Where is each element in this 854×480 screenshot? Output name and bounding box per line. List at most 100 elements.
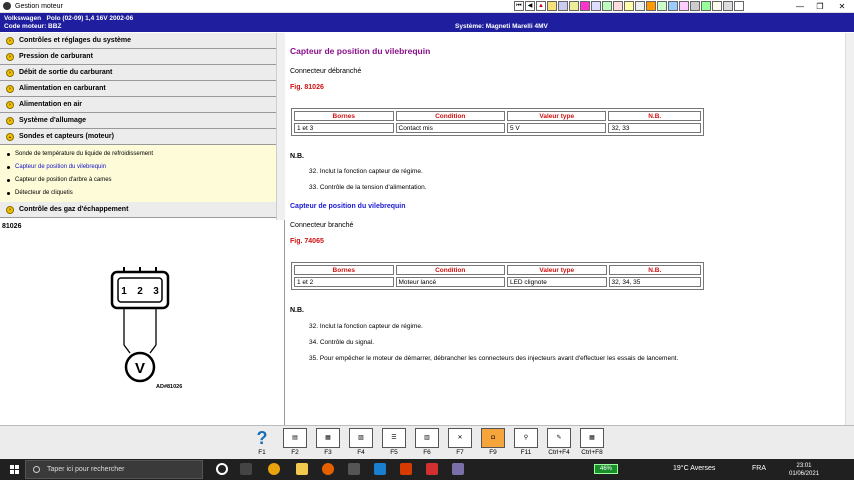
connector-diagram: 1 2 3 V (110, 267, 170, 383)
f2-print-button[interactable]: ▤ F2 (281, 428, 309, 459)
sub-item-temperature[interactable]: Sonde de température du liquide de refro… (7, 148, 276, 161)
firefox-icon[interactable] (322, 463, 334, 475)
chrome-icon[interactable] (268, 463, 280, 475)
section1-title: Capteur de position du vilebrequin (290, 46, 431, 56)
f3-button[interactable]: ▦ F3 (314, 428, 342, 459)
arrow-bullet-icon: › (6, 52, 14, 61)
store-icon[interactable] (348, 463, 360, 475)
restore-icon[interactable]: ❐ (810, 0, 830, 13)
menu-item-controles[interactable]: › Contrôles et réglages du système (0, 33, 276, 49)
window-title: Gestion moteur (15, 2, 63, 10)
tool-icon-strip: ⏮ ◀ ▲ (514, 1, 744, 12)
first-icon[interactable]: ⏮ (514, 1, 524, 11)
gestion-moteur-taskbar-icon[interactable] (452, 463, 464, 475)
cortana-icon[interactable] (216, 463, 228, 475)
cell-valeur: 5 V (506, 123, 607, 133)
ctrl-f4-button[interactable]: ✎ Ctrl+F4 (545, 428, 573, 459)
arrow-bullet-icon: › (6, 205, 14, 214)
tool-icon-13[interactable] (679, 1, 689, 11)
tool-icon-14[interactable] (690, 1, 700, 11)
menu-item-alimentation-carburant[interactable]: › Alimentation en carburant (0, 81, 276, 97)
tool-icon-1[interactable] (547, 1, 557, 11)
menu-scrollbar[interactable] (276, 33, 285, 220)
tool-icon-17[interactable] (723, 1, 733, 11)
f7-tools-button[interactable]: ✕ F7 (446, 428, 474, 459)
tool-icon-16[interactable] (712, 1, 722, 11)
arrow-bullet-icon: › (6, 68, 14, 77)
table-header-row: Bornes Condition Valeur type N.B. (294, 265, 701, 275)
office-icon[interactable] (400, 463, 412, 475)
section1-fig-ref[interactable]: Fig. 81026 (290, 84, 324, 91)
magnifier-icon: ⚲ (514, 428, 538, 448)
tool-icon-8[interactable] (624, 1, 634, 11)
col-header-nb: N.B. (608, 111, 701, 121)
f4-button[interactable]: ▧ F4 (347, 428, 375, 459)
tool-icon-6[interactable] (602, 1, 612, 11)
note-icon: ✎ (547, 428, 571, 448)
taskbar-clock[interactable]: 23:01 01/06/2021 (789, 462, 819, 478)
dot-icon (7, 166, 10, 169)
vehicle-info-bar: Volkswagen Polo (02-09) 1,4 16V 2002-06 … (0, 13, 854, 32)
tool-icon-12[interactable] (668, 1, 678, 11)
tool-icon-5[interactable] (591, 1, 601, 11)
tool-icon-9[interactable] (635, 1, 645, 11)
steam-icon[interactable] (374, 463, 386, 475)
f6-button[interactable]: ▥ F6 (413, 428, 441, 459)
warning-icon[interactable]: ▲ (536, 1, 546, 11)
pin-label-2: 2 (137, 286, 143, 297)
f1-help-button[interactable]: ? F1 (248, 428, 276, 459)
close-icon[interactable]: ✕ (832, 0, 852, 13)
tool-icon-2[interactable] (558, 1, 568, 11)
battery-indicator[interactable]: 46% (594, 464, 618, 474)
tool-icon-11[interactable] (657, 1, 667, 11)
file-explorer-icon[interactable] (296, 463, 308, 475)
probe-wire-left (123, 344, 131, 354)
content-scrollbar[interactable] (845, 33, 854, 425)
tool-icon-4[interactable] (580, 1, 590, 11)
sub-item-cliquetis[interactable]: Détecteur de cliquetis (7, 187, 276, 200)
arrow-bullet-icon: › (6, 84, 14, 93)
tool-icon-10[interactable] (646, 1, 656, 11)
app-icon-red[interactable] (426, 463, 438, 475)
vehicle-make-model: Volkswagen Polo (02-09) 1,4 16V 2002-06 (4, 15, 134, 22)
sub-item-arbre-cames[interactable]: Capteur de position d'arbre à cames (7, 174, 276, 187)
cell-bornes: 1 et 3 (294, 123, 394, 133)
tool-icon-3[interactable] (569, 1, 579, 11)
figure-caption: AD#81026 (156, 384, 183, 390)
menu-item-allumage[interactable]: › Système d'allumage (0, 113, 276, 129)
tool-icon-7[interactable] (613, 1, 623, 11)
weather-widget[interactable]: 19°C Averses (673, 465, 715, 472)
section2-fig-ref[interactable]: Fig. 74065 (290, 238, 324, 245)
submenu-sondes: Sonde de température du liquide de refro… (0, 145, 276, 202)
left-pane: › Contrôles et réglages du système › Press… (0, 33, 285, 425)
pin-label-1: 1 (121, 286, 127, 297)
f9-button[interactable]: ◘ F9 (479, 428, 507, 459)
list-icon: ☰ (382, 428, 406, 448)
figure-pane: 81026 1 2 3 V AD#81026 (0, 221, 285, 425)
col-header-bornes: Bornes (294, 265, 394, 275)
tool-icon-15[interactable] (701, 1, 711, 11)
arrow-bullet-icon: › (6, 116, 14, 125)
f5-button[interactable]: ☰ F5 (380, 428, 408, 459)
minimize-icon[interactable]: — (790, 0, 810, 13)
system-tray-lang[interactable]: FRA (752, 465, 766, 472)
sub-item-vilebrequin[interactable]: Capteur de position du vilebrequin (7, 161, 276, 174)
function-key-bar: ? F1 ▤ F2 ▦ F3 ▧ F4 ☰ F5 ▥ F6 ✕ F7 ◘ F9 ⚲ F11 ✎ Ct… (0, 425, 854, 459)
arrow-bullet-icon: › (6, 100, 14, 109)
f11-search-button[interactable]: ⚲ F11 (512, 428, 540, 459)
menu-item-alimentation-air[interactable]: › Alimentation en air (0, 97, 276, 113)
menu-item-debit[interactable]: › Débit de sortie du carburant (0, 65, 276, 81)
menu-item-sondes[interactable]: ⌄ Sondes et capteurs (moteur) (0, 129, 276, 145)
tool-icon-18[interactable] (734, 1, 744, 11)
windows-start-icon[interactable] (10, 465, 19, 474)
table-row: 1 et 3 Contact mis 5 V 32, 33 (294, 123, 701, 133)
content-pane: Capteur de position du vilebrequin Conne… (286, 33, 845, 425)
ctrl-f8-button[interactable]: ▦ Ctrl+F8 (578, 428, 606, 459)
menu-item-gaz-echappement[interactable]: › Contrôle des gaz d'échappement (0, 202, 276, 218)
task-view-icon[interactable] (240, 463, 252, 475)
section1-nb-label: N.B. (290, 153, 304, 160)
menu-item-pression[interactable]: › Pression de carburant (0, 49, 276, 65)
prev-icon[interactable]: ◀ (525, 1, 535, 11)
taskbar-search[interactable]: Taper ici pour rechercher (25, 460, 203, 479)
dot-icon (7, 153, 10, 156)
